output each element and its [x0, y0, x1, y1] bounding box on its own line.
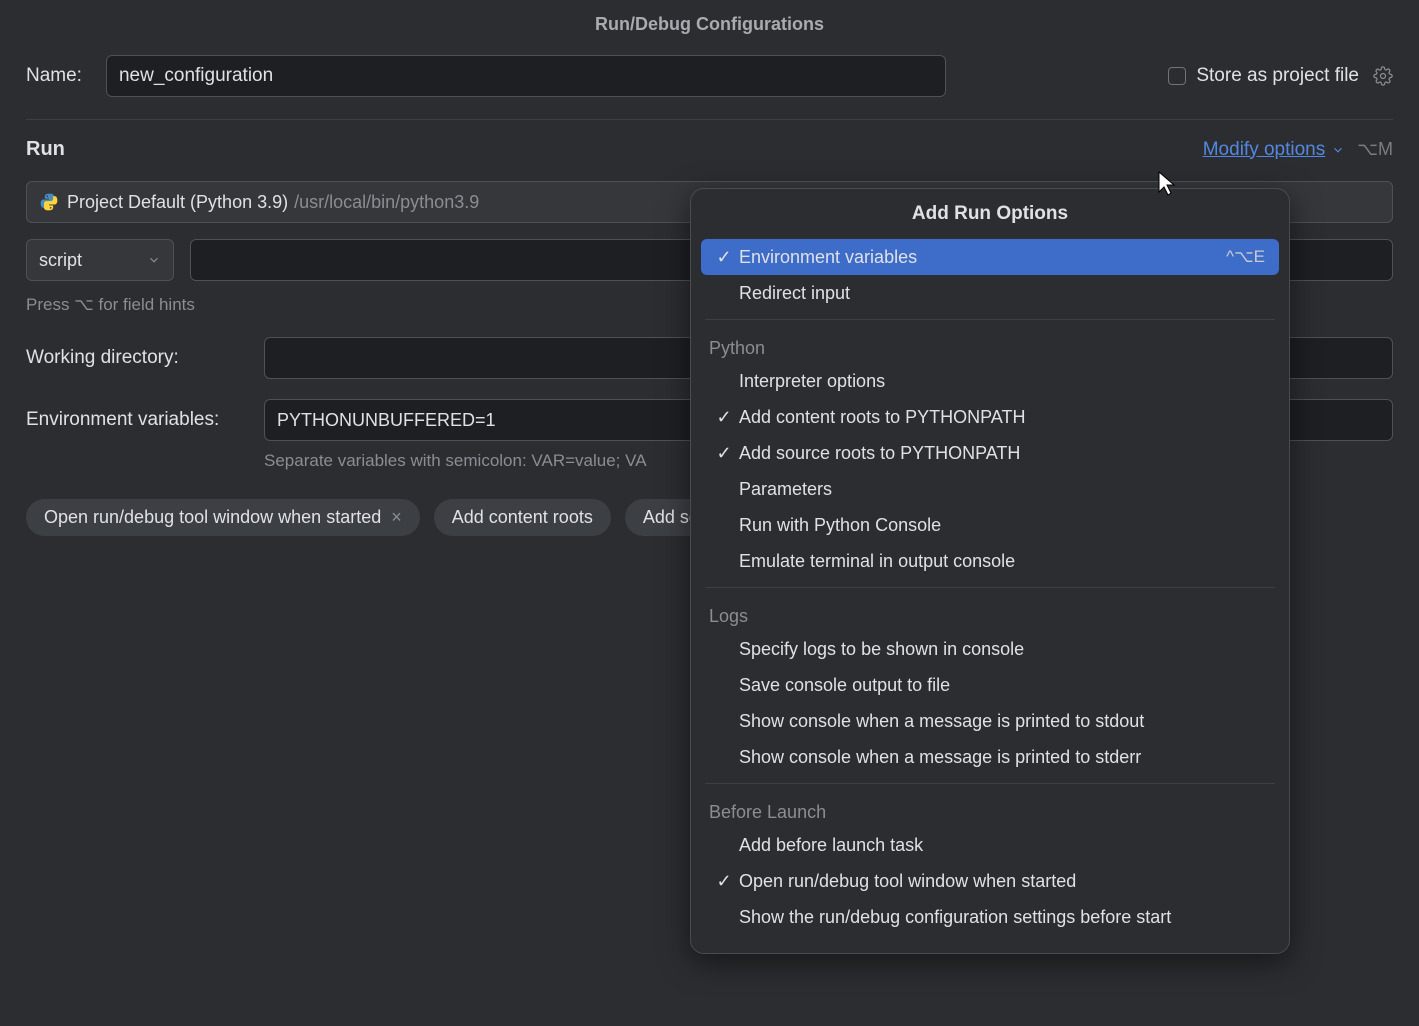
store-checkbox[interactable]	[1168, 67, 1186, 85]
popup-item-label: Specify logs to be shown in console	[739, 639, 1271, 660]
popup-item-label: Show console when a message is printed t…	[739, 747, 1271, 768]
popup-item-label: Open run/debug tool window when started	[739, 871, 1271, 892]
popup-item-env-vars[interactable]: ✓ Environment variables ^⌥E	[701, 239, 1279, 275]
modify-options-group: Modify options ⌥M	[1203, 139, 1393, 161]
env-vars-label: Environment variables:	[26, 409, 244, 431]
popup-item-show-stdout[interactable]: Show console when a message is printed t…	[691, 703, 1289, 739]
popup-section-logs: Logs	[691, 596, 1289, 631]
popup-item-label: Interpreter options	[739, 371, 1271, 392]
popup-item-content-roots[interactable]: ✓ Add content roots to PYTHONPATH	[691, 399, 1289, 435]
store-label: Store as project file	[1196, 65, 1359, 87]
check-icon: ✓	[709, 407, 739, 428]
popup-item-redirect-input[interactable]: Redirect input	[691, 275, 1289, 311]
popup-item-label: Run with Python Console	[739, 515, 1271, 536]
popup-item-label: Environment variables	[739, 247, 1226, 268]
chip-label: Add content roots	[452, 507, 593, 528]
popup-divider	[705, 319, 1275, 320]
popup-item-label: Add source roots to PYTHONPATH	[739, 443, 1271, 464]
name-row: Name: Store as project file	[26, 55, 1393, 97]
chip-label: Open run/debug tool window when started	[44, 507, 381, 528]
name-input[interactable]	[106, 55, 946, 97]
script-type-value: script	[39, 250, 82, 271]
popup-item-python-console[interactable]: Run with Python Console	[691, 507, 1289, 543]
chevron-down-icon	[147, 253, 161, 267]
dialog-title: Run/Debug Configurations	[0, 0, 1419, 55]
script-type-select[interactable]: script	[26, 239, 174, 281]
chevron-down-icon	[1331, 143, 1345, 157]
popup-item-open-tool-window[interactable]: ✓ Open run/debug tool window when starte…	[691, 863, 1289, 899]
popup-item-label: Show the run/debug configuration setting…	[739, 907, 1271, 928]
close-icon[interactable]: ×	[391, 507, 402, 528]
popup-item-parameters[interactable]: Parameters	[691, 471, 1289, 507]
store-group: Store as project file	[1168, 65, 1393, 87]
chip-add-content-roots[interactable]: Add content roots	[434, 499, 611, 536]
check-icon: ✓	[709, 443, 739, 464]
popup-item-interpreter-options[interactable]: Interpreter options	[691, 363, 1289, 399]
python-icon	[39, 192, 59, 212]
working-dir-label: Working directory:	[26, 347, 244, 369]
popup-item-emulate-terminal[interactable]: Emulate terminal in output console	[691, 543, 1289, 579]
chip-open-tool-window[interactable]: Open run/debug tool window when started …	[26, 499, 420, 536]
interpreter-name: Project Default (Python 3.9)	[67, 192, 288, 213]
popup-section-before-launch: Before Launch	[691, 792, 1289, 827]
popup-divider	[705, 783, 1275, 784]
popup-item-label: Emulate terminal in output console	[739, 551, 1271, 572]
divider	[26, 119, 1393, 120]
name-label: Name:	[26, 65, 82, 87]
popup-item-label: Add content roots to PYTHONPATH	[739, 407, 1271, 428]
popup-divider	[705, 587, 1275, 588]
interpreter-path: /usr/local/bin/python3.9	[294, 192, 479, 213]
gear-icon[interactable]	[1373, 66, 1393, 86]
modify-options-link[interactable]: Modify options	[1203, 139, 1346, 161]
popup-item-source-roots[interactable]: ✓ Add source roots to PYTHONPATH	[691, 435, 1289, 471]
add-run-options-popup: Add Run Options ✓ Environment variables …	[690, 188, 1290, 954]
check-icon: ✓	[709, 871, 739, 892]
modify-options-shortcut: ⌥M	[1357, 139, 1393, 160]
popup-item-label: Show console when a message is printed t…	[739, 711, 1271, 732]
popup-item-label: Parameters	[739, 479, 1271, 500]
popup-title: Add Run Options	[691, 203, 1289, 225]
popup-item-save-output[interactable]: Save console output to file	[691, 667, 1289, 703]
run-section-title: Run	[26, 138, 65, 161]
popup-item-label: Add before launch task	[739, 835, 1271, 856]
popup-section-python: Python	[691, 328, 1289, 363]
popup-item-label: Redirect input	[739, 283, 1271, 304]
popup-item-show-stderr[interactable]: Show console when a message is printed t…	[691, 739, 1289, 775]
popup-item-shortcut: ^⌥E	[1226, 247, 1265, 267]
popup-item-label: Save console output to file	[739, 675, 1271, 696]
popup-item-specify-logs[interactable]: Specify logs to be shown in console	[691, 631, 1289, 667]
modify-options-label: Modify options	[1203, 139, 1326, 161]
check-icon: ✓	[709, 247, 739, 268]
popup-item-before-launch-task[interactable]: Add before launch task	[691, 827, 1289, 863]
popup-item-show-settings-before-start[interactable]: Show the run/debug configuration setting…	[691, 899, 1289, 935]
run-header: Run Modify options ⌥M	[26, 138, 1393, 161]
